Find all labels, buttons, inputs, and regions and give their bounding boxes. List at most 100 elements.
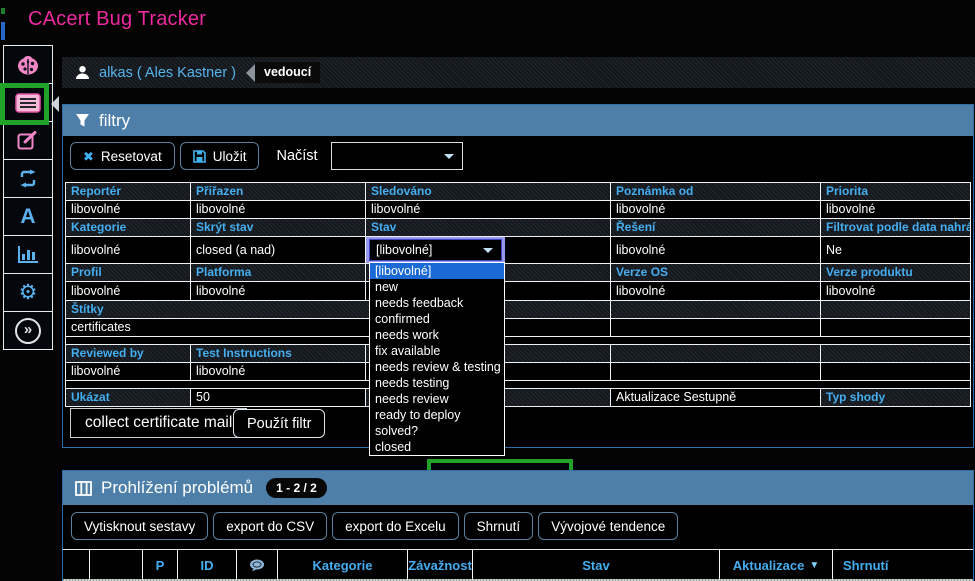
issues-panel-header: Prohlížení problémů 1 - 2 / 2 bbox=[63, 471, 973, 505]
filter-value-tags[interactable]: certificates bbox=[66, 319, 611, 337]
filter-value-note-by[interactable]: libovolné bbox=[611, 201, 821, 219]
filter-label-os-version: Verze OS bbox=[611, 264, 821, 282]
issues-col-edit bbox=[90, 550, 143, 580]
status-option[interactable]: confirmed bbox=[370, 311, 504, 327]
summary-button[interactable]: Shrnutí bbox=[464, 512, 534, 540]
filter-grid: Reportér Přiřazen Sledováno Poznámka od … bbox=[65, 182, 971, 407]
filter-label-product-version: Verze produktu bbox=[821, 264, 971, 282]
issues-col-updated[interactable]: Aktualizace ▼ bbox=[720, 550, 833, 580]
filter-value-monitored[interactable]: libovolné bbox=[366, 201, 611, 219]
filter-cell-empty bbox=[611, 301, 821, 319]
filter-cell-empty bbox=[821, 363, 971, 381]
app-title: CAcert Bug Tracker bbox=[28, 8, 206, 31]
filter-value-resolution[interactable]: libovolné bbox=[611, 237, 821, 264]
status-option[interactable]: closed bbox=[370, 439, 504, 455]
filter-grid-spacer bbox=[66, 381, 971, 389]
load-filter-select[interactable] bbox=[331, 142, 463, 170]
filter-value-reporter[interactable]: libovolné bbox=[66, 201, 191, 219]
filter-label-platform: Platforma bbox=[191, 264, 366, 282]
username-link[interactable]: alkas ( Ales Kastner ) bbox=[99, 65, 236, 81]
status-option[interactable]: needs review bbox=[370, 391, 504, 407]
filter-cell-empty bbox=[611, 345, 821, 363]
status-select[interactable]: [libovolné] bbox=[369, 239, 502, 261]
status-dropdown-list: [libovolné] new needs feedback confirmed… bbox=[369, 262, 505, 456]
status-option[interactable]: needs testing bbox=[370, 375, 504, 391]
sidebar-item-collapse[interactable]: » bbox=[3, 311, 53, 350]
issue-count-badge: 1 - 2 / 2 bbox=[266, 478, 327, 498]
issues-col-category[interactable]: Kategorie bbox=[278, 550, 408, 580]
sidebar-item-changelog[interactable] bbox=[3, 159, 53, 198]
refresh-arrows-icon bbox=[17, 169, 39, 188]
filter-toolbar: ✖ Resetovat Uložit Načíst bbox=[70, 142, 973, 170]
status-option[interactable]: [libovolné] bbox=[370, 263, 504, 279]
status-option[interactable]: solved? bbox=[370, 423, 504, 439]
filter-label-match-type: Typ shody bbox=[821, 389, 971, 407]
export-csv-button[interactable]: export do CSV bbox=[213, 512, 327, 540]
sidebar-item-summary[interactable] bbox=[3, 235, 53, 274]
sidebar-item-my-view[interactable] bbox=[3, 45, 53, 84]
filter-label-reviewed-by: Reviewed by bbox=[66, 345, 191, 363]
edge-mark-blue bbox=[1, 22, 5, 40]
filter-value-profile[interactable]: libovolné bbox=[66, 282, 191, 301]
status-option[interactable]: ready to deploy bbox=[370, 407, 504, 423]
filter-label-reporter: Reportér bbox=[66, 183, 191, 201]
print-reports-button[interactable]: Vytisknout sestavy bbox=[71, 512, 208, 540]
collect-certificate-mail-button[interactable]: collect certificate mail bbox=[70, 408, 247, 438]
filter-value-hide-status[interactable]: closed (a nad) bbox=[191, 237, 366, 264]
export-excel-button[interactable]: export do Excelu bbox=[332, 512, 459, 540]
ladybug-icon bbox=[16, 55, 40, 75]
status-option[interactable]: needs feedback bbox=[370, 295, 504, 311]
issues-col-status[interactable]: Stav bbox=[473, 550, 720, 580]
filter-value-priority[interactable]: libovolné bbox=[821, 201, 971, 219]
columns-icon bbox=[75, 481, 92, 496]
issues-col-severity[interactable]: Závažnost bbox=[408, 550, 473, 580]
status-select-value: [libovolné] bbox=[376, 243, 432, 258]
status-option[interactable]: fix available bbox=[370, 343, 504, 359]
save-filter-button[interactable]: Uložit bbox=[180, 142, 260, 170]
issues-col-id[interactable]: ID bbox=[178, 550, 237, 580]
filter-label-profile: Profil bbox=[66, 264, 191, 282]
filter-value-product-version[interactable]: libovolné bbox=[821, 282, 971, 301]
sidebar-item-manage[interactable]: ⚙ bbox=[3, 273, 53, 312]
status-option[interactable]: needs work bbox=[370, 327, 504, 343]
status-option[interactable]: needs review & testing bbox=[370, 359, 504, 375]
chevron-down-icon bbox=[483, 248, 493, 253]
reset-filter-button[interactable]: ✖ Resetovat bbox=[70, 142, 175, 170]
issues-col-summary[interactable]: Shrnutí bbox=[833, 550, 971, 580]
speech-bubble-icon bbox=[249, 559, 266, 572]
sidebar: A ⚙ » bbox=[3, 45, 53, 350]
filter-label-monitored: Sledováno bbox=[366, 183, 611, 201]
issues-table-header: P ID Kategorie Závažnost Stav Aktualizac… bbox=[63, 549, 973, 580]
trends-button[interactable]: Vývojové tendence bbox=[538, 512, 678, 540]
filter-label-assigned: Přiřazen bbox=[191, 183, 366, 201]
issues-panel: Prohlížení problémů 1 - 2 / 2 Vytisknout… bbox=[62, 470, 974, 581]
sidebar-item-view-issues[interactable] bbox=[3, 83, 53, 122]
sidebar-item-report-issue[interactable] bbox=[3, 121, 53, 160]
filter-value-platform[interactable]: libovolné bbox=[191, 282, 366, 301]
role-badge-arrow-icon bbox=[246, 64, 255, 82]
user-icon bbox=[75, 65, 90, 80]
status-option[interactable]: new bbox=[370, 279, 504, 295]
filter-cell-empty bbox=[611, 363, 821, 381]
filter-value-sort[interactable]: Aktualizace Sestupně bbox=[611, 389, 821, 407]
filter-value-reviewed-by[interactable]: libovolné bbox=[66, 363, 191, 381]
gears-icon: ⚙ bbox=[19, 282, 38, 303]
apply-filter-button[interactable]: Použít filtr bbox=[233, 409, 325, 438]
issues-col-priority[interactable]: P bbox=[143, 550, 178, 580]
filter-value-assigned[interactable]: libovolné bbox=[191, 201, 366, 219]
roadmap-icon: A bbox=[20, 206, 35, 227]
issues-col-notes[interactable] bbox=[237, 550, 278, 580]
filter-value-filter-by-date[interactable]: Ne bbox=[821, 237, 971, 264]
active-item-arrow bbox=[51, 96, 59, 112]
collapse-chevrons-icon: » bbox=[15, 318, 41, 344]
filter-label-show: Ukázat bbox=[66, 389, 191, 407]
cacert-bug-tracker-screen: CAcert Bug Tracker bbox=[0, 0, 975, 581]
filter-value-test-instructions[interactable]: libovolné bbox=[191, 363, 366, 381]
sidebar-item-roadmap[interactable]: A bbox=[3, 197, 53, 236]
filter-value-show[interactable]: 50 bbox=[191, 389, 366, 407]
filter-value-os-version[interactable]: libovolné bbox=[611, 282, 821, 301]
filter-status-cell: [libovolné] bbox=[366, 237, 611, 264]
filter-label-test-instructions: Test Instructions bbox=[191, 345, 366, 363]
filter-value-category[interactable]: libovolné bbox=[66, 237, 191, 264]
filter-label-category: Kategorie bbox=[66, 219, 191, 237]
